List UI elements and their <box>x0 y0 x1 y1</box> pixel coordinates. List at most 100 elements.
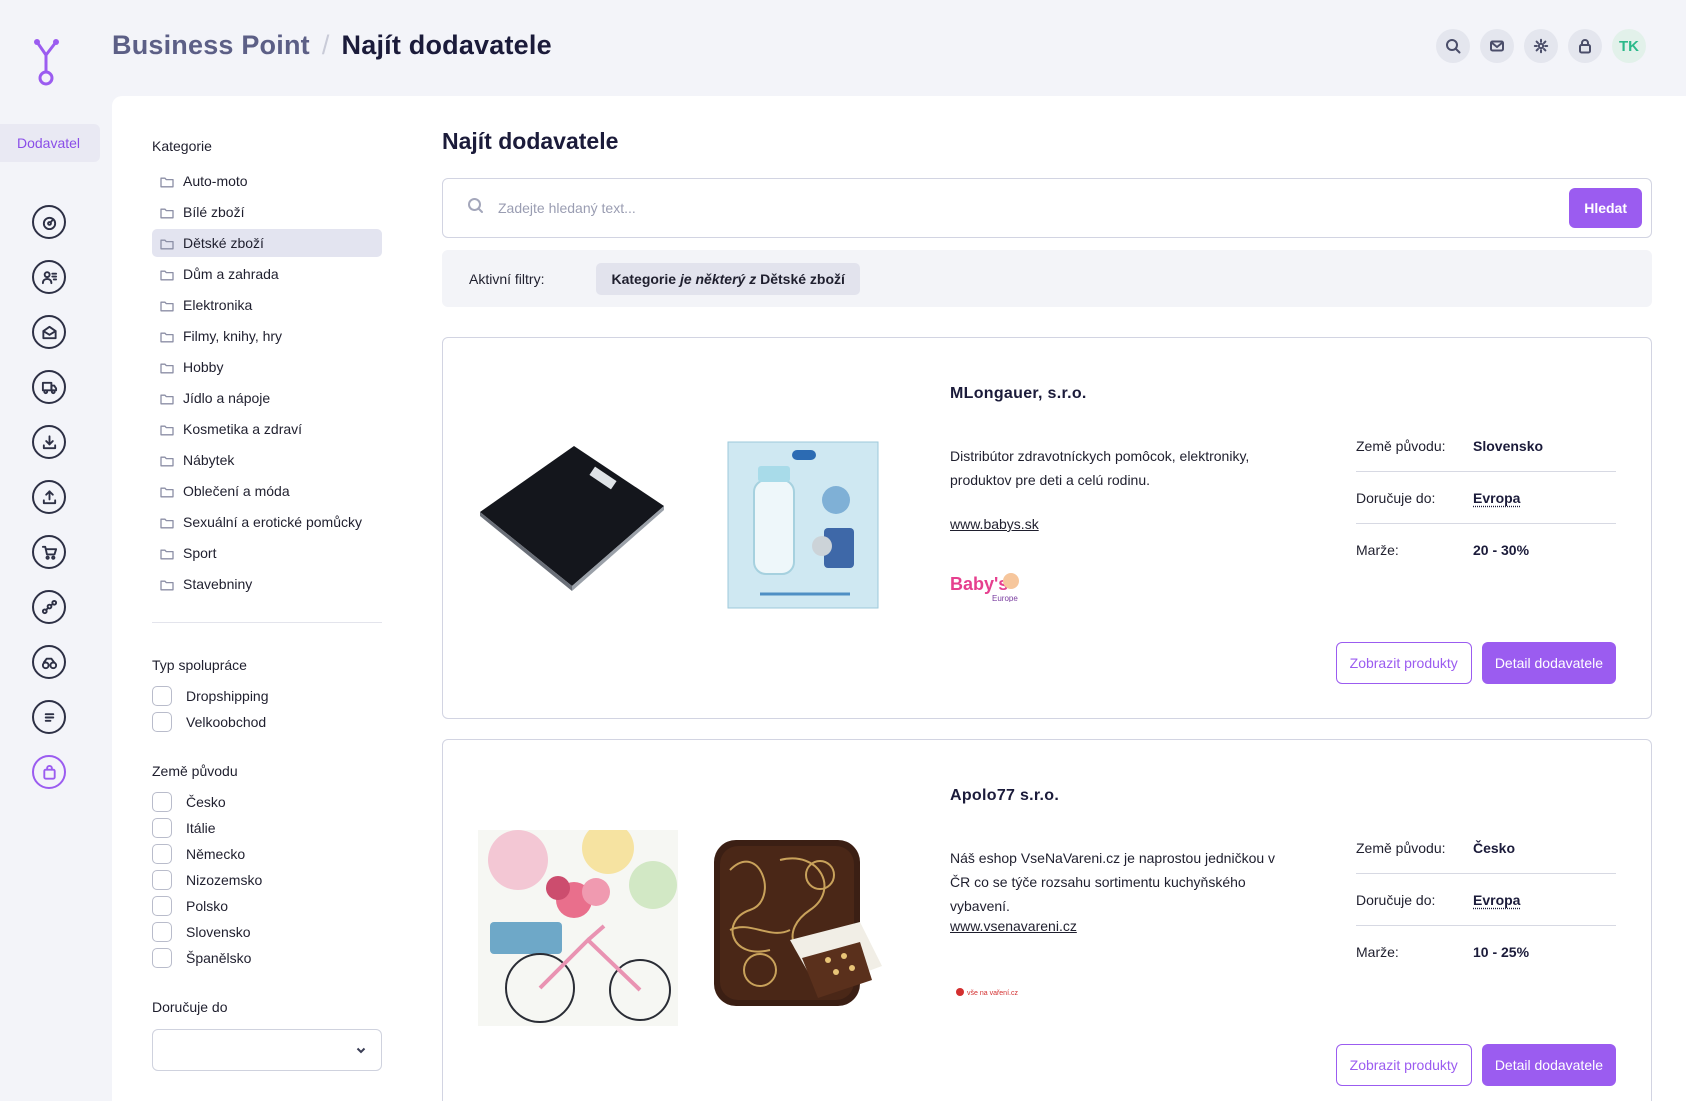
header-actions: TK <box>1436 29 1646 63</box>
category-label: Oblečení a móda <box>183 483 290 499</box>
category-item[interactable]: Sexuální a erotické pomůcky <box>152 508 382 536</box>
checkbox[interactable] <box>152 922 172 942</box>
rail-inbox-button[interactable] <box>32 315 66 349</box>
search-submit-button[interactable]: Hledat <box>1569 188 1642 228</box>
folder-icon <box>160 175 174 187</box>
checkbox[interactable] <box>152 792 172 812</box>
supplier-name[interactable]: MLongauer, s.r.o. <box>950 385 1087 403</box>
main-panel: Kategorie Auto-moto Bílé zboží Dětské zbož… <box>112 96 1686 1101</box>
rail-performance-button[interactable] <box>32 645 66 679</box>
category-item[interactable]: Sport <box>152 539 382 567</box>
product-image-chocolate-mold[interactable] <box>710 830 896 1026</box>
rail-reports-button[interactable] <box>32 700 66 734</box>
category-item[interactable]: Elektronika <box>152 291 382 319</box>
category-item[interactable]: Hobby <box>152 353 382 381</box>
checkbox[interactable] <box>152 818 172 838</box>
rail-dashboard-button[interactable] <box>32 205 66 239</box>
active-filter-chip[interactable]: Kategorie je některý z Dětské zboží <box>596 263 859 295</box>
origin-option[interactable]: Německo <box>152 844 382 863</box>
settings-button[interactable] <box>1524 29 1558 63</box>
category-item[interactable]: Jídlo a nápoje <box>152 384 382 412</box>
lock-icon <box>1577 38 1593 54</box>
folder-icon <box>160 454 174 466</box>
category-item[interactable]: Kosmetika a zdraví <box>152 415 382 443</box>
messages-button[interactable] <box>1480 29 1514 63</box>
checkbox[interactable] <box>152 712 172 732</box>
search-field-icon <box>467 197 484 219</box>
magnifier-icon <box>467 197 484 214</box>
supplier-detail-button[interactable]: Detail dodavatele <box>1482 642 1616 684</box>
category-label: Dům a zahrada <box>183 266 279 282</box>
checkbox[interactable] <box>152 870 172 890</box>
origin-option[interactable]: Slovensko <box>152 922 382 941</box>
origin-option[interactable]: Česko <box>152 792 382 811</box>
category-item[interactable]: Nábytek <box>152 446 382 474</box>
contacts-icon <box>41 269 58 286</box>
category-item[interactable]: Oblečení a móda <box>152 477 382 505</box>
bag-icon <box>41 764 58 781</box>
checkbox[interactable] <box>152 896 172 916</box>
folder-icon <box>160 423 174 435</box>
folder-icon <box>160 237 174 249</box>
product-image-napkin[interactable] <box>478 830 678 1026</box>
category-label: Sport <box>183 545 216 561</box>
cooperation-option[interactable]: Velkoobchod <box>152 712 382 731</box>
rail-import-button[interactable] <box>32 425 66 459</box>
delivers-row: Doručuje do: Evropa <box>1356 874 1616 926</box>
show-products-button[interactable]: Zobrazit produkty <box>1336 1044 1472 1086</box>
category-label: Filmy, knihy, hry <box>183 328 282 344</box>
category-item[interactable]: Dům a zahrada <box>152 260 382 288</box>
origin-option[interactable]: Nizozemsko <box>152 870 382 889</box>
product-image-baby-bottle[interactable] <box>710 428 896 624</box>
lock-button[interactable] <box>1568 29 1602 63</box>
rail-section-label[interactable]: Dodavatel <box>0 124 100 162</box>
rail-delivery-button[interactable] <box>32 370 66 404</box>
supplier-website-link[interactable]: www.babys.sk <box>950 516 1039 532</box>
rail-contacts-button[interactable] <box>32 260 66 294</box>
user-avatar[interactable]: TK <box>1612 29 1646 63</box>
category-label: Nábytek <box>183 452 234 468</box>
margin-label: Marže: <box>1356 542 1473 558</box>
category-item[interactable]: Bílé zboží <box>152 198 382 226</box>
rail-suppliers-button[interactable] <box>32 755 66 789</box>
download-icon <box>41 434 58 451</box>
category-label: Auto-moto <box>183 173 248 189</box>
delivers-value[interactable]: Evropa <box>1473 892 1520 908</box>
origin-option[interactable]: Polsko <box>152 896 382 915</box>
category-item[interactable]: Dětské zboží <box>152 229 382 257</box>
delivers-select[interactable] <box>152 1029 382 1071</box>
checkbox[interactable] <box>152 948 172 968</box>
category-item[interactable]: Auto-moto <box>152 167 382 195</box>
origin-option[interactable]: Itálie <box>152 818 382 837</box>
supplier-brand-logo: vše na vaření.cz <box>950 968 1026 1004</box>
app-logo[interactable] <box>32 38 66 88</box>
page-title: Najít dodavatele <box>442 128 1652 155</box>
folder-icon <box>160 516 174 528</box>
supplier-description: Náš eshop VseNaVareni.cz je naprostou je… <box>950 846 1280 918</box>
cooperation-option[interactable]: Dropshipping <box>152 686 382 705</box>
search-input[interactable] <box>498 200 1569 216</box>
breadcrumb-root[interactable]: Business Point <box>112 30 310 60</box>
checkbox[interactable] <box>152 844 172 864</box>
category-item[interactable]: Stavebniny <box>152 570 382 598</box>
brand-logo-text: vše na vaření.cz <box>967 990 1018 997</box>
breadcrumb: Business Point / Najít dodavatele <box>112 30 552 61</box>
cooperation-title: Typ spolupráce <box>152 657 382 673</box>
rail-network-button[interactable] <box>32 590 66 624</box>
supplier-detail-button[interactable]: Detail dodavatele <box>1482 1044 1616 1086</box>
delivers-value[interactable]: Evropa <box>1473 490 1520 506</box>
rail-export-button[interactable] <box>32 480 66 514</box>
product-image-scale[interactable] <box>478 428 678 624</box>
supplier-brand-logo: Baby's Europe <box>950 566 1026 602</box>
margin-value: 10 - 25% <box>1473 944 1529 960</box>
supplier-name[interactable]: Apolo77 s.r.o. <box>950 787 1059 805</box>
checkbox[interactable] <box>152 686 172 706</box>
supplier-website-link[interactable]: www.vsenavareni.cz <box>950 918 1077 934</box>
search-button[interactable] <box>1436 29 1470 63</box>
category-item[interactable]: Filmy, knihy, hry <box>152 322 382 350</box>
rail-orders-button[interactable] <box>32 535 66 569</box>
origin-option[interactable]: Španělsko <box>152 948 382 967</box>
content-area: Najít dodavatele Hledat Aktivní filtry: … <box>442 128 1652 1101</box>
margin-row: Marže: 20 - 30% <box>1356 524 1616 576</box>
show-products-button[interactable]: Zobrazit produkty <box>1336 642 1472 684</box>
